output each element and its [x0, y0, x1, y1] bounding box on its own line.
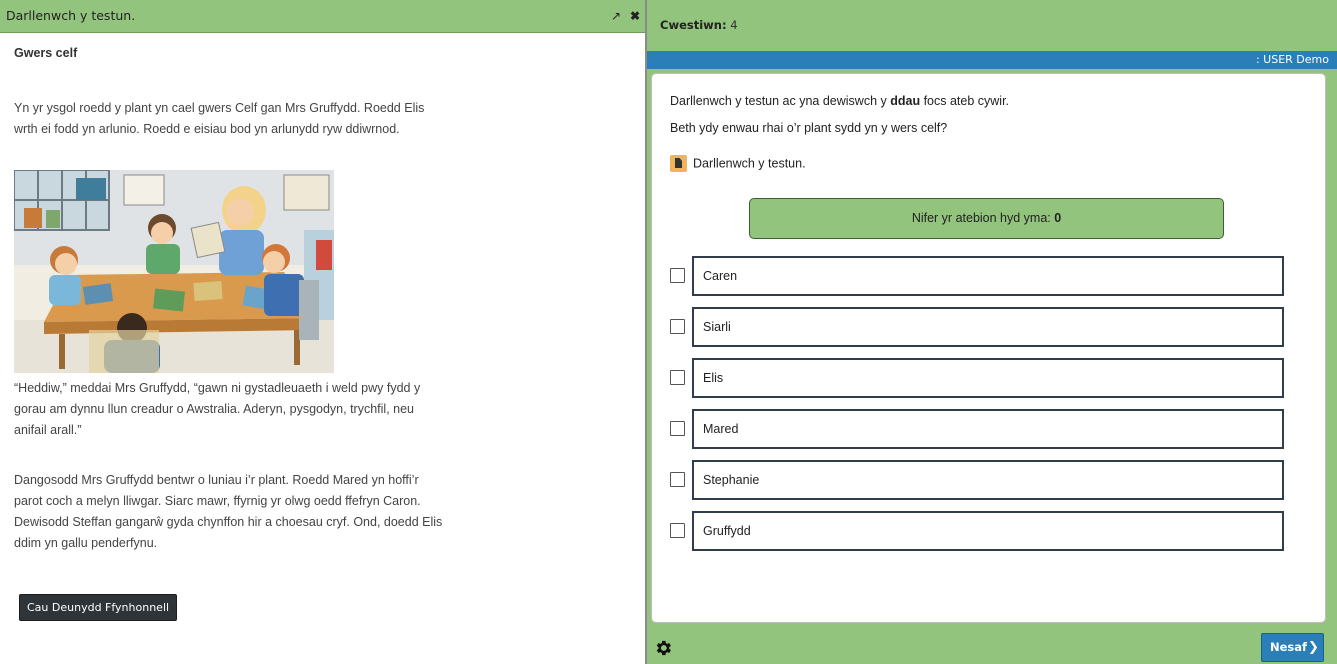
paragraph-2: “Heddiw,” meddai Mrs Gruffydd, “gawn ni …: [14, 381, 421, 437]
question-number: 4: [730, 18, 738, 32]
checkbox-mared[interactable]: [670, 421, 685, 436]
minimize-icon[interactable]: ↗: [611, 9, 621, 23]
option-row-stephanie: Stephanie: [670, 460, 1286, 500]
answer-count-box: Nifer yr atebion hyd yma: 0: [749, 198, 1224, 239]
gear-icon[interactable]: [653, 638, 673, 658]
document-title: Gwers celf: [14, 46, 78, 60]
next-button[interactable]: Nesaf ❯: [1261, 633, 1324, 662]
source-panel: Darllenwch y testun. ↗ ✖ Gwers celf Yn y…: [0, 0, 647, 664]
document-icon: [670, 155, 687, 172]
option-row-siarli: Siarli: [670, 307, 1286, 347]
user-label: : USER Demo: [1255, 53, 1329, 66]
classroom-illustration: [14, 170, 334, 373]
instruction-bold: ddau: [890, 94, 921, 108]
option-elis[interactable]: Elis: [692, 358, 1284, 398]
instruction-post: focs ateb cywir.: [920, 94, 1010, 108]
read-text-label: Darllenwch y testun.: [693, 156, 806, 171]
option-row-caren: Caren: [670, 256, 1286, 296]
question-text: Beth ydy enwau rhai o’r plant sydd yn y …: [670, 121, 948, 135]
question-footer: Nesaf ❯: [647, 630, 1337, 664]
checkbox-caren[interactable]: [670, 268, 685, 283]
option-row-elis: Elis: [670, 358, 1286, 398]
paragraph-1: Yn yr ysgol roedd y plant yn cael gwers …: [14, 101, 425, 136]
user-strip: : USER Demo: [647, 51, 1337, 69]
option-row-gruffydd: Gruffydd: [670, 511, 1286, 551]
source-panel-title: Darllenwch y testun.: [6, 8, 136, 23]
checkbox-gruffydd[interactable]: [670, 523, 685, 538]
chevron-right-icon: ❯: [1308, 640, 1319, 655]
option-caren[interactable]: Caren: [692, 256, 1284, 296]
question-header: Cwestiwn: 4: [647, 0, 1337, 51]
checkbox-elis[interactable]: [670, 370, 685, 385]
option-row-mared: Mared: [670, 409, 1286, 449]
source-panel-header: Darllenwch y testun. ↗ ✖: [0, 0, 645, 33]
paragraph-3: Dangosodd Mrs Gruffydd bentwr o luniau i…: [14, 473, 443, 550]
question-label: Cwestiwn:: [660, 18, 727, 32]
question-panel: Cwestiwn: 4 : USER Demo Darllenwch y tes…: [647, 0, 1337, 664]
option-siarli[interactable]: Siarli: [692, 307, 1284, 347]
close-source-button[interactable]: Cau Deunydd Ffynhonnell: [19, 594, 178, 621]
instruction-pre: Darllenwch y testun ac yna dewiswch y: [670, 94, 891, 108]
option-stephanie[interactable]: Stephanie: [692, 460, 1284, 500]
next-button-label: Nesaf: [1270, 640, 1308, 654]
instruction-text: Darllenwch y testun ac yna dewiswch y dd…: [670, 94, 1009, 108]
answer-count-value: 0: [1054, 211, 1062, 225]
close-icon[interactable]: ✖: [630, 9, 640, 23]
checkbox-siarli[interactable]: [670, 319, 685, 334]
question-content: Darllenwch y testun ac yna dewiswch y dd…: [651, 73, 1326, 623]
option-gruffydd[interactable]: Gruffydd: [692, 511, 1284, 551]
option-mared[interactable]: Mared: [692, 409, 1284, 449]
answer-count-label: Nifer yr atebion hyd yma:: [911, 211, 1055, 225]
checkbox-stephanie[interactable]: [670, 472, 685, 487]
read-text-link[interactable]: Darllenwch y testun.: [670, 155, 806, 173]
question-number-label: Cwestiwn: 4: [660, 18, 738, 32]
